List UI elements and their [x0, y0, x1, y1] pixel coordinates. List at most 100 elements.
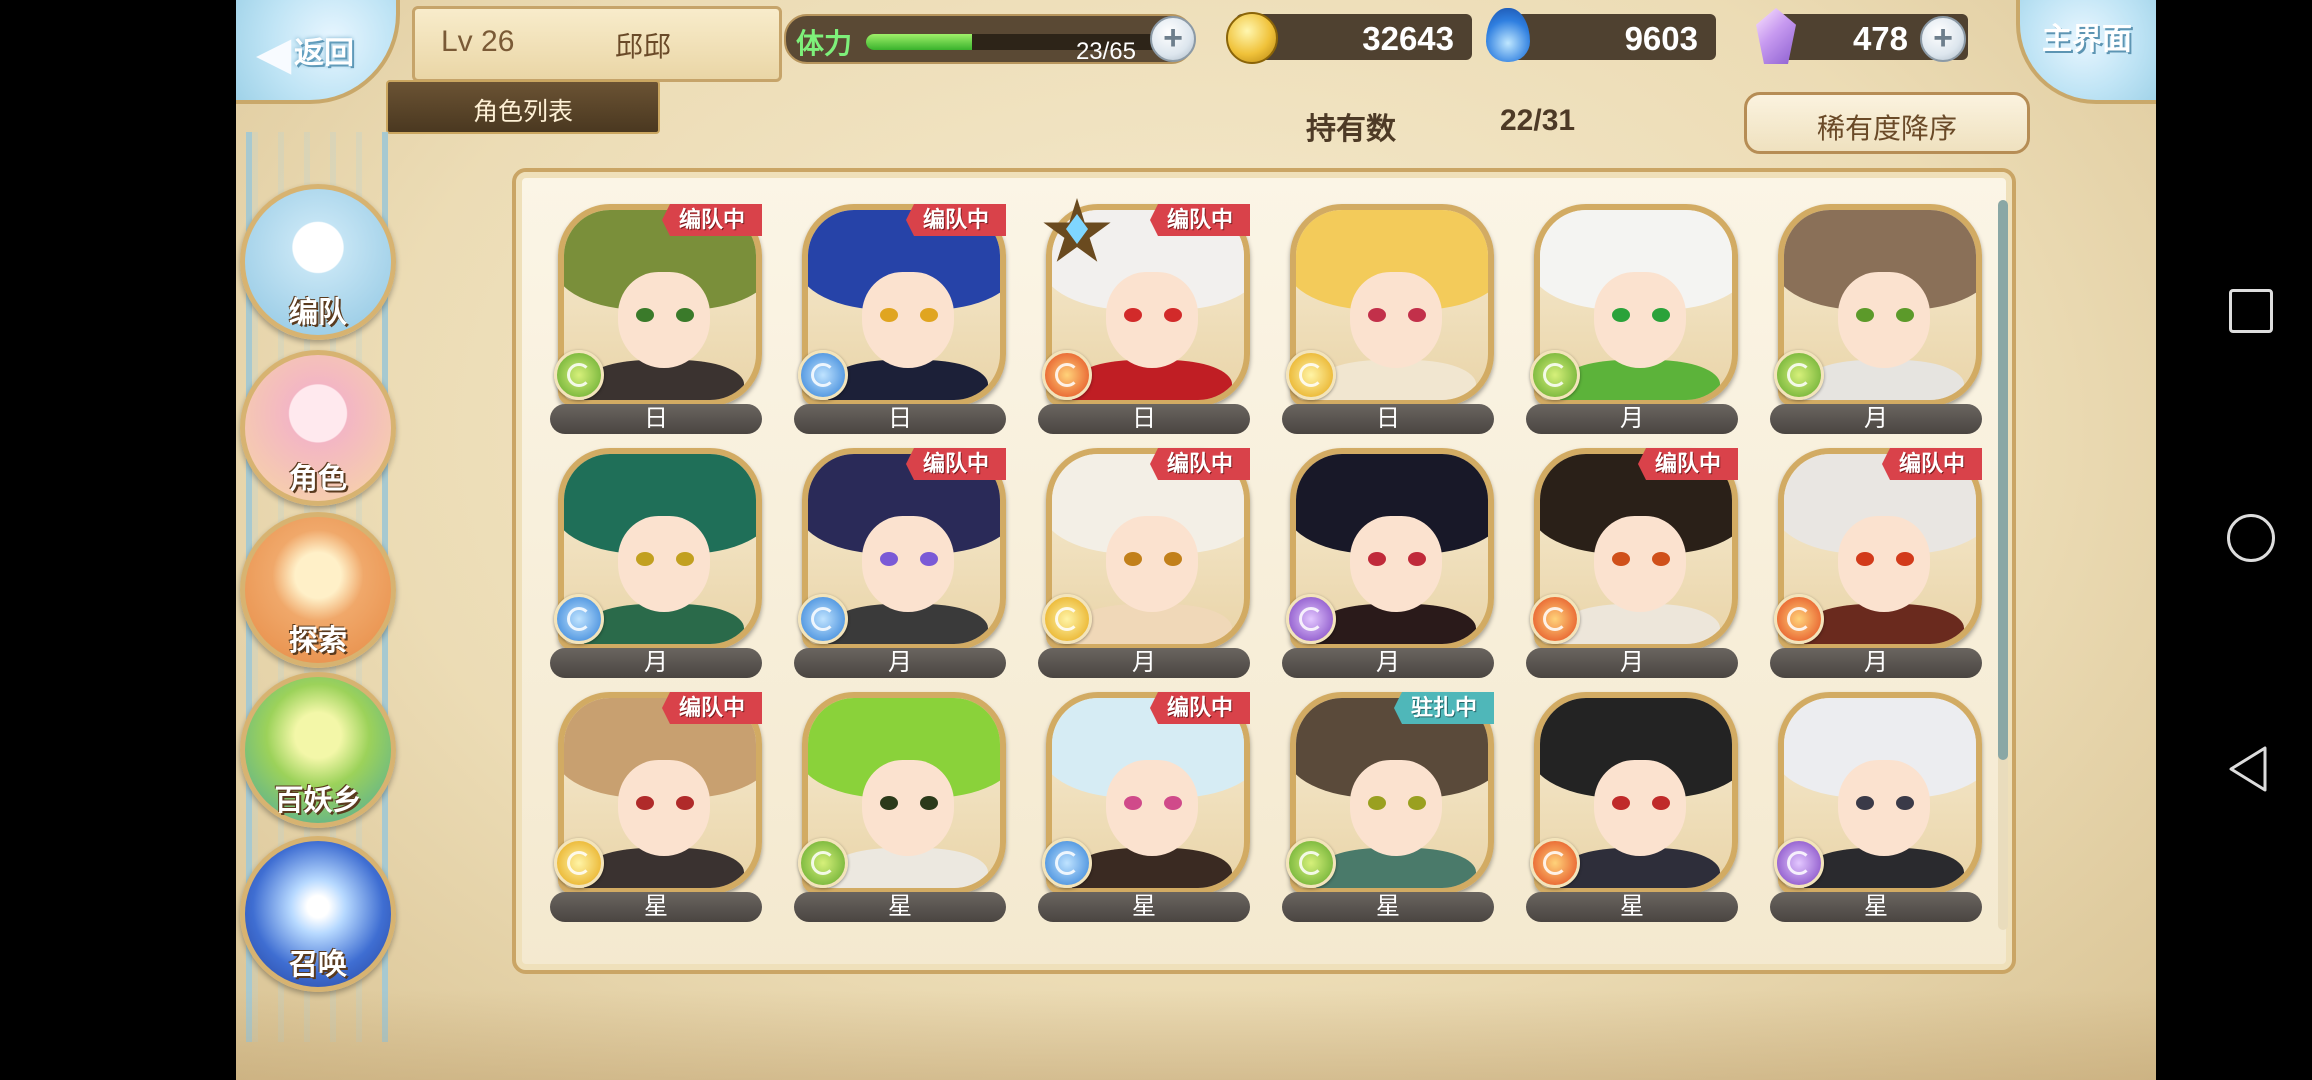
portrait-face: [1350, 516, 1442, 612]
portrait-face: [1594, 760, 1686, 856]
green-element-icon: [1530, 350, 1580, 400]
portrait-face: [1838, 516, 1930, 612]
player-name: 邱邱: [615, 31, 672, 62]
character-tag: 星: [794, 892, 1006, 922]
back-arrow-icon: ◀: [256, 27, 292, 79]
home-circle-icon[interactable]: [2225, 512, 2275, 562]
status-badge: 编队中: [906, 448, 1006, 480]
character-card[interactable]: 编队中星: [550, 686, 762, 926]
character-card[interactable]: 编队中星: [1038, 686, 1250, 926]
portrait-face: [618, 516, 710, 612]
crystal-icon: [1756, 8, 1796, 64]
sidebar-item-yokai-village[interactable]: 百妖乡: [240, 672, 396, 828]
portrait-eye: [880, 796, 898, 810]
sidebar-item-label: 百妖乡: [274, 785, 362, 817]
blue-element-icon: [1042, 838, 1092, 888]
status-badge: 编队中: [1638, 448, 1738, 480]
red-element-icon: [1774, 594, 1824, 644]
character-card[interactable]: 编队中月: [1770, 442, 1982, 682]
character-tag: 月: [1526, 404, 1738, 434]
portrait-face: [1106, 760, 1198, 856]
status-badge: 编队中: [1882, 448, 1982, 480]
sort-button[interactable]: 稀有度降序: [1744, 92, 2030, 154]
character-tag: 月: [1770, 404, 1982, 434]
portrait-eye: [676, 308, 694, 322]
grid-scrollbar[interactable]: [1998, 200, 2008, 930]
red-element-icon: [1530, 838, 1580, 888]
portrait-face: [1838, 272, 1930, 368]
portrait-eye: [1124, 308, 1142, 322]
portrait-eye: [1408, 552, 1426, 566]
character-card[interactable]: 编队中月: [1038, 442, 1250, 682]
character-card[interactable]: 驻扎中星: [1282, 686, 1494, 926]
status-badge: 编队中: [1150, 692, 1250, 724]
character-card[interactable]: 星: [794, 686, 1006, 926]
portrait-eye: [920, 308, 938, 322]
tab-character-list[interactable]: 角色列表: [386, 80, 660, 134]
gold-element-icon: [554, 838, 604, 888]
sidebar-item-label: 角色: [288, 463, 347, 495]
portrait-eye: [1368, 796, 1386, 810]
sidebar-item-team[interactable]: 编队: [240, 184, 396, 340]
portrait-eye: [1856, 796, 1874, 810]
sidebar-item-characters[interactable]: 角色: [240, 350, 396, 506]
character-card[interactable]: 月: [550, 442, 762, 682]
character-card[interactable]: 星: [1770, 686, 1982, 926]
character-tag: 月: [1282, 648, 1494, 678]
purple-element-icon: [1774, 838, 1824, 888]
home-button[interactable]: 主界面: [2016, 0, 2156, 104]
player-level: Lv 26: [441, 25, 515, 58]
recent-apps-icon[interactable]: [2225, 285, 2275, 335]
portrait-eye: [636, 308, 654, 322]
soul-amount: 9603: [1624, 20, 1698, 57]
character-card[interactable]: 编队中月: [1526, 442, 1738, 682]
status-badge: 编队中: [662, 692, 762, 724]
gold-amount: 32643: [1362, 20, 1454, 57]
character-card[interactable]: 月: [1526, 198, 1738, 438]
portrait-face: [618, 272, 710, 368]
character-tag: 月: [1038, 648, 1250, 678]
scrollbar-thumb[interactable]: [1998, 200, 2008, 760]
portrait-face: [862, 516, 954, 612]
crystal-amount: 478: [1852, 20, 1908, 57]
portrait-eye: [1124, 796, 1142, 810]
owned-count-value: 22/31: [1500, 104, 1576, 137]
portrait-eye: [1652, 308, 1670, 322]
gold-element-icon: [1286, 350, 1336, 400]
blue-element-icon: [554, 594, 604, 644]
portrait-face: [1594, 272, 1686, 368]
character-card[interactable]: 日: [1282, 198, 1494, 438]
back-button[interactable]: ◀ 返回: [236, 0, 400, 104]
add-crystal-button[interactable]: +: [1920, 16, 1966, 62]
character-card[interactable]: 编队中日: [794, 198, 1006, 438]
character-card[interactable]: 编队中日: [550, 198, 762, 438]
character-tag: 月: [794, 648, 1006, 678]
portrait-eye: [676, 552, 694, 566]
character-tag: 星: [1770, 892, 1982, 922]
portrait-eye: [880, 308, 898, 322]
character-card[interactable]: 月: [1770, 198, 1982, 438]
portrait-face: [862, 272, 954, 368]
portrait-eye: [1124, 552, 1142, 566]
portrait-eye: [676, 796, 694, 810]
add-stamina-button[interactable]: +: [1150, 16, 1196, 62]
character-tag: 星: [1038, 892, 1250, 922]
portrait-face: [1106, 272, 1198, 368]
character-card[interactable]: 编队中月: [794, 442, 1006, 682]
green-element-icon: [1286, 838, 1336, 888]
sidebar-item-label: 探索: [288, 625, 347, 657]
sidebar-item-explore[interactable]: 探索: [240, 512, 396, 668]
nav-back-icon[interactable]: [2225, 744, 2275, 794]
sidebar-item-summon[interactable]: 召唤: [240, 836, 396, 992]
sort-label: 稀有度降序: [1816, 113, 1957, 144]
character-tag: 日: [550, 404, 762, 434]
back-label: 返回: [294, 37, 354, 70]
stamina-bar-fill: [866, 34, 973, 50]
status-badge: 编队中: [662, 204, 762, 236]
character-card[interactable]: 编队中日: [1038, 198, 1250, 438]
portrait-eye: [1368, 308, 1386, 322]
portrait-eye: [1896, 552, 1914, 566]
character-card[interactable]: 星: [1526, 686, 1738, 926]
status-badge: 编队中: [1150, 448, 1250, 480]
character-card[interactable]: 月: [1282, 442, 1494, 682]
